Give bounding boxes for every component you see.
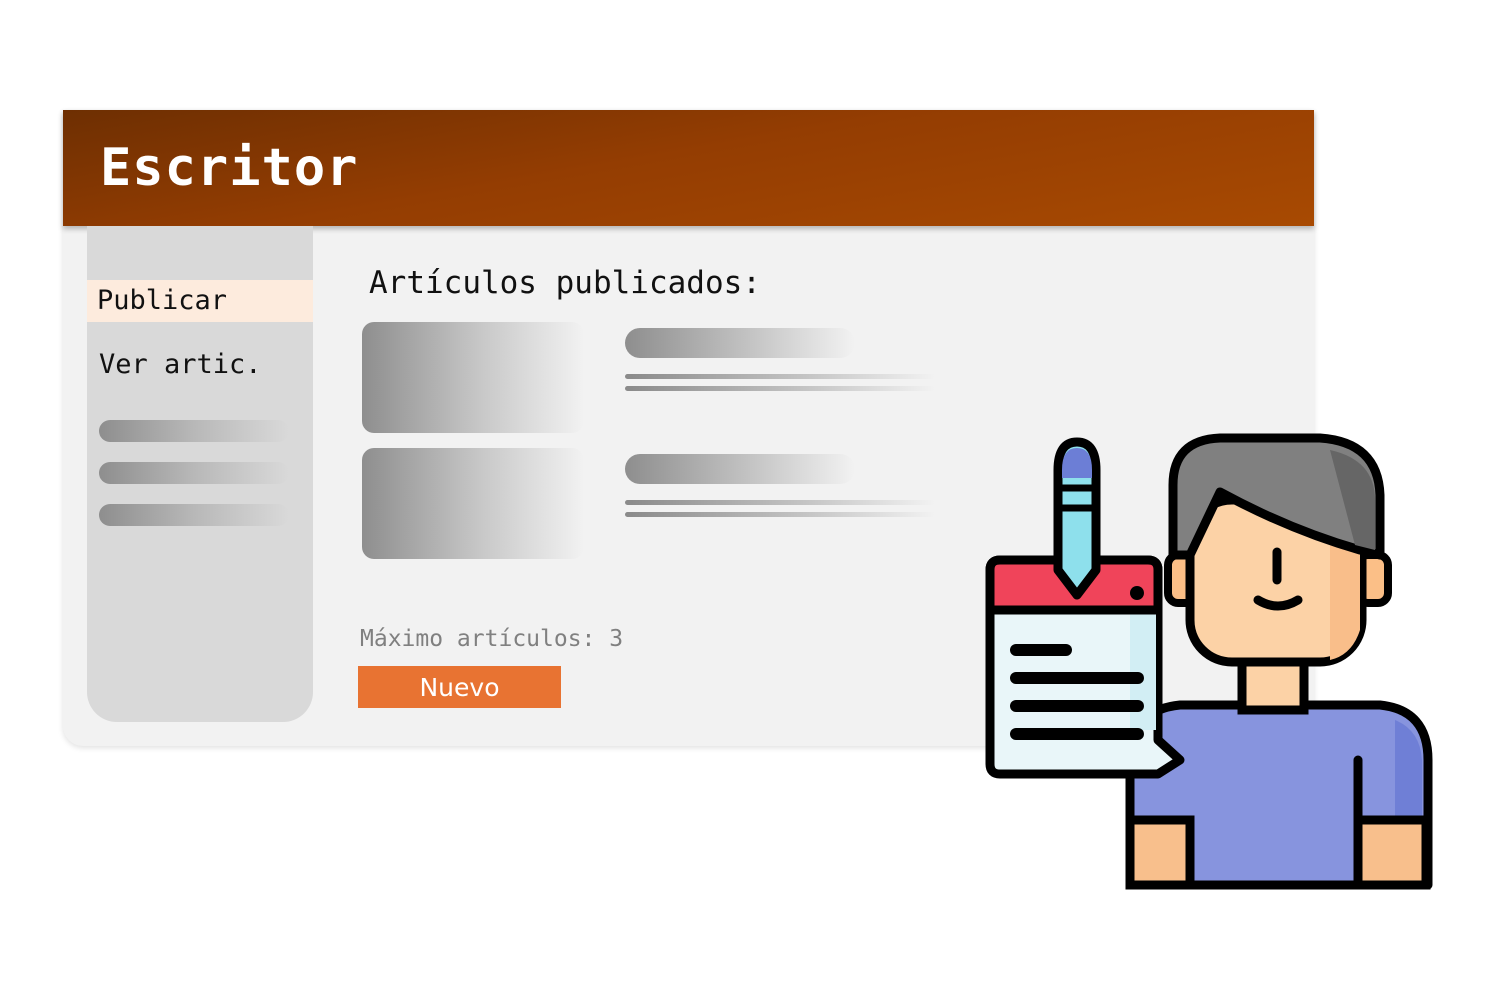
article-title-placeholder bbox=[625, 454, 855, 484]
sidebar-item-ver-artic[interactable]: Ver artic. bbox=[87, 344, 313, 386]
new-article-button[interactable]: Nuevo bbox=[358, 666, 561, 708]
section-title: Artículos publicados: bbox=[369, 265, 761, 301]
article-text-placeholder bbox=[625, 512, 935, 517]
placeholder-nav-bar bbox=[99, 504, 289, 526]
placeholder-nav-bar bbox=[99, 420, 289, 442]
app-header: Escritor bbox=[63, 110, 1314, 226]
app-title: Escritor bbox=[100, 138, 359, 198]
writer-with-document-and-pen-icon bbox=[985, 433, 1433, 890]
article-text-placeholder bbox=[625, 386, 935, 391]
article-text-placeholder bbox=[625, 374, 935, 379]
article-title-placeholder bbox=[625, 328, 855, 358]
article-thumbnail-placeholder bbox=[362, 322, 584, 433]
max-articles-label: Máximo artículos: 3 bbox=[360, 626, 624, 652]
article-thumbnail-placeholder bbox=[362, 448, 584, 559]
sidebar-item-label: Ver artic. bbox=[99, 349, 262, 380]
page: Escritor Publicar Ver artic. Artículos p… bbox=[0, 0, 1500, 1000]
sidebar-item-publicar[interactable]: Publicar bbox=[87, 280, 313, 322]
sidebar: Publicar Ver artic. bbox=[87, 226, 313, 722]
sidebar-item-label: Publicar bbox=[97, 285, 228, 316]
article-text-placeholder bbox=[625, 500, 935, 505]
placeholder-nav-bar bbox=[99, 462, 289, 484]
